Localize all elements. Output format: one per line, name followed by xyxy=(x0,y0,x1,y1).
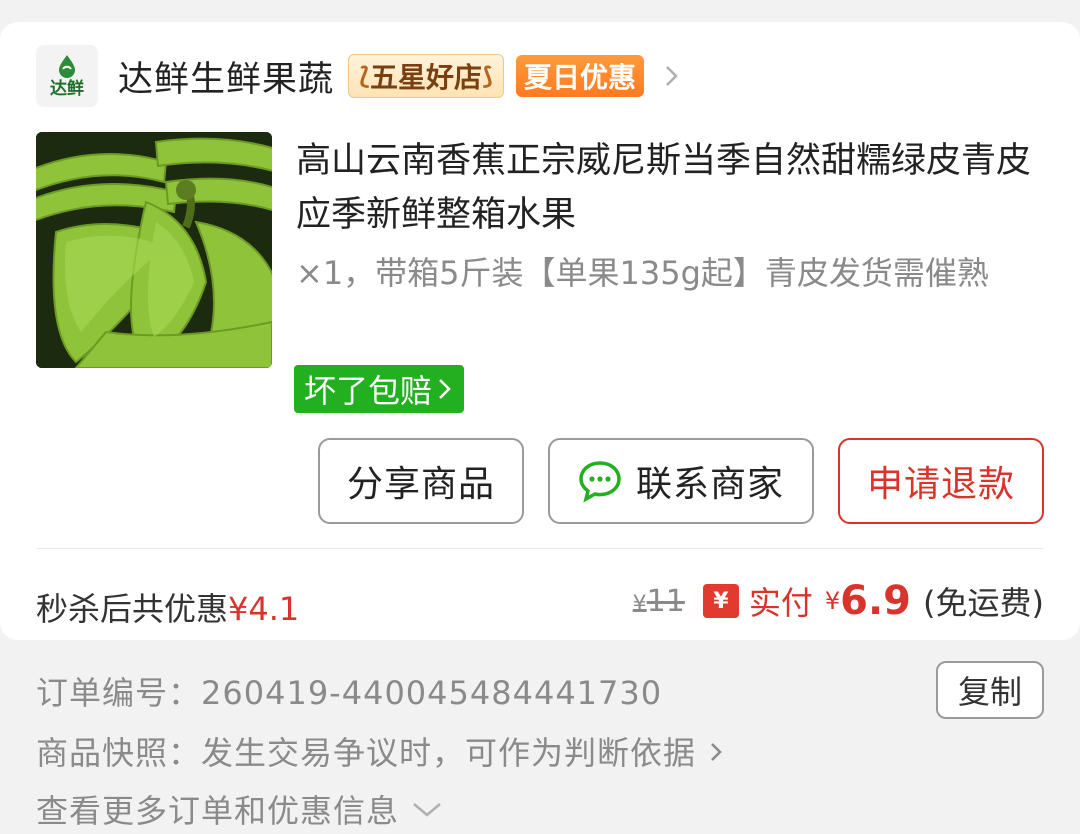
five-star-shop-badge: ⟅ 五星好店 ⟆ xyxy=(348,54,504,98)
product-title[interactable]: 高山云南香蕉正宗威尼斯当季自然甜糯绿皮青皮应季新鲜整箱水果 xyxy=(296,134,1036,242)
order-card: 达鲜 达鲜生鲜果蔬 ⟅ 五星好店 ⟆ 夏日优惠 高山云南香蕉正宗威尼斯当季自然甜… xyxy=(0,22,1080,640)
shop-name[interactable]: 达鲜生鲜果蔬 xyxy=(118,51,334,102)
wheat-right-icon: ⟆ xyxy=(482,62,493,90)
chevron-right-icon xyxy=(711,743,722,761)
discount-label: 秒杀后共优惠 xyxy=(36,590,229,628)
chat-bubble-icon xyxy=(579,461,621,503)
order-number-value: 260419-440045484441730 xyxy=(201,674,663,712)
snapshot-text: 发生交易争议时，可作为判断依据 xyxy=(201,734,697,772)
product-spec: ×1，带箱5斤装【单果135g起】青皮发货需催熟 xyxy=(296,254,989,292)
share-product-label: 分享商品 xyxy=(346,464,495,505)
copy-label: 复制 xyxy=(957,673,1022,711)
damage-guarantee-label: 坏了包赔 xyxy=(304,372,433,410)
shop-logo: 达鲜 xyxy=(36,45,98,107)
more-info-label: 查看更多订单和优惠信息 xyxy=(36,792,400,830)
more-order-info-toggle[interactable]: 查看更多订单和优惠信息 xyxy=(36,786,444,832)
five-star-shop-label: 五星好店 xyxy=(369,61,482,94)
order-number-row: 订单编号：260419-440045484441730 xyxy=(36,668,662,714)
product-snapshot-row[interactable]: 商品快照：发生交易争议时，可作为判断依据 xyxy=(36,728,727,774)
shop-logo-text: 达鲜 xyxy=(50,79,84,99)
paid-label: 实付 xyxy=(748,584,813,622)
contact-merchant-label: 联系商家 xyxy=(635,464,784,505)
snapshot-label: 商品快照： xyxy=(36,734,202,772)
paid-currency: ¥ xyxy=(824,587,841,615)
contact-merchant-button[interactable]: 联系商家 xyxy=(548,438,814,524)
chevron-right-icon[interactable] xyxy=(658,63,684,89)
chevron-right-icon xyxy=(439,379,451,399)
price-summary: ¥11 ¥ 实付 ¥ 6.9 (免运费) xyxy=(633,578,1044,624)
apply-refund-label: 申请退款 xyxy=(866,464,1015,505)
order-number-label: 订单编号： xyxy=(36,674,202,712)
droplet-logo-icon xyxy=(59,55,75,78)
original-price-value: 11 xyxy=(646,583,685,619)
paid-amount: 6.9 xyxy=(840,578,912,624)
discount-amount: ¥4.1 xyxy=(228,590,300,628)
paid-yen-icon: ¥ xyxy=(702,584,739,618)
damage-guarantee-tag[interactable]: 坏了包赔 xyxy=(294,365,465,413)
divider xyxy=(36,548,1044,549)
order-detail-page: 达鲜 达鲜生鲜果蔬 ⟅ 五星好店 ⟆ 夏日优惠 高山云南香蕉正宗威尼斯当季自然甜… xyxy=(0,0,1080,834)
chevron-down-icon xyxy=(413,803,441,817)
product-image[interactable] xyxy=(36,132,272,368)
copy-order-number-button[interactable]: 复制 xyxy=(936,661,1044,719)
wheat-left-icon: ⟅ xyxy=(359,62,370,90)
apply-refund-button[interactable]: 申请退款 xyxy=(838,438,1044,524)
free-shipping-note: (免运费) xyxy=(923,584,1044,622)
share-product-button[interactable]: 分享商品 xyxy=(318,438,524,524)
flash-sale-discount: 秒杀后共优惠¥4.1 xyxy=(36,584,299,630)
summer-sale-badge: 夏日优惠 xyxy=(515,55,644,97)
original-price: ¥11 xyxy=(633,584,685,619)
shop-header[interactable]: 达鲜 达鲜生鲜果蔬 ⟅ 五星好店 ⟆ 夏日优惠 xyxy=(36,44,684,108)
original-currency: ¥ xyxy=(632,591,647,617)
bananas-image-icon xyxy=(36,132,272,368)
